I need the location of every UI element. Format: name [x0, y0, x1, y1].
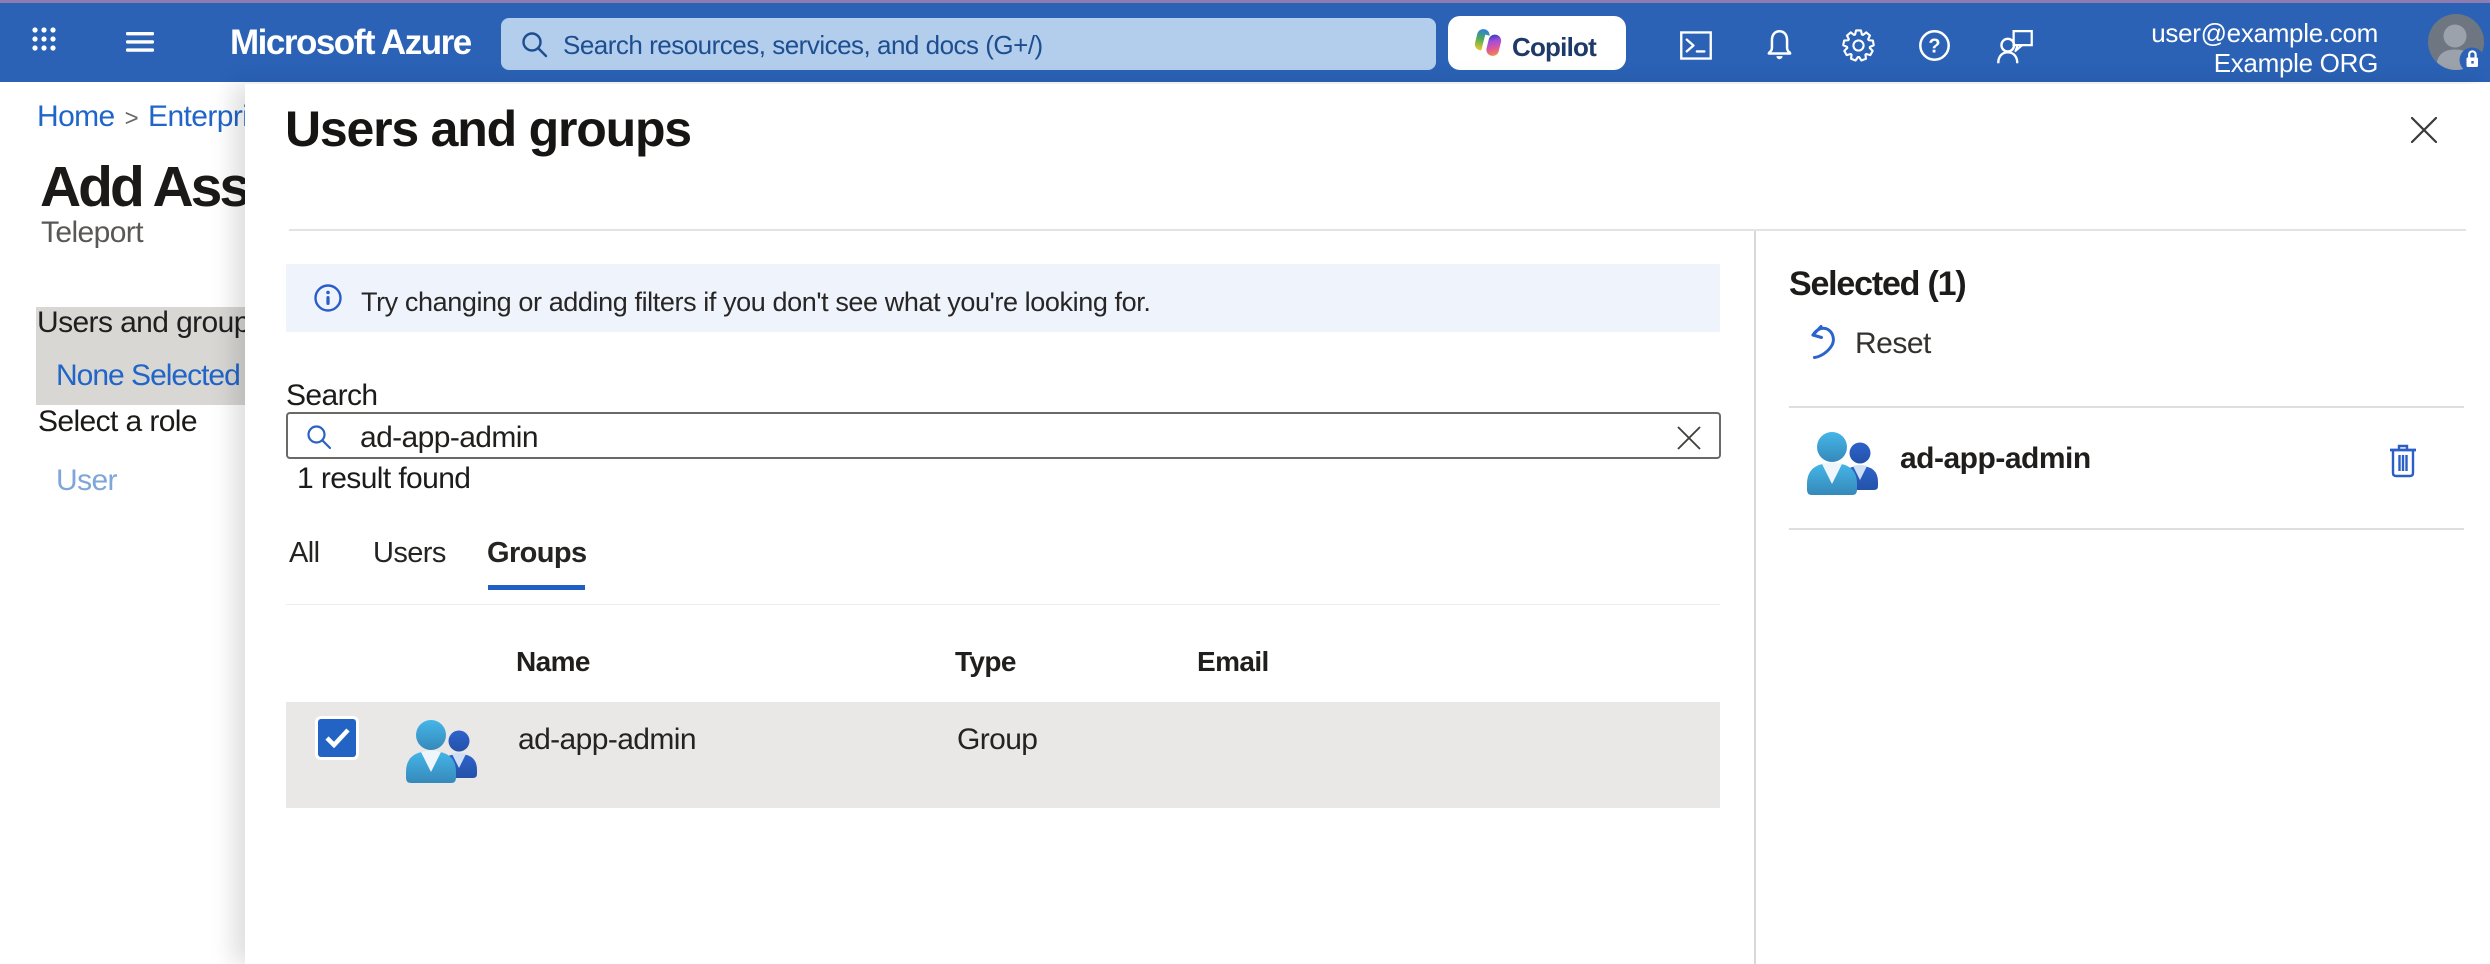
svg-text:?: ?: [1928, 36, 1940, 58]
